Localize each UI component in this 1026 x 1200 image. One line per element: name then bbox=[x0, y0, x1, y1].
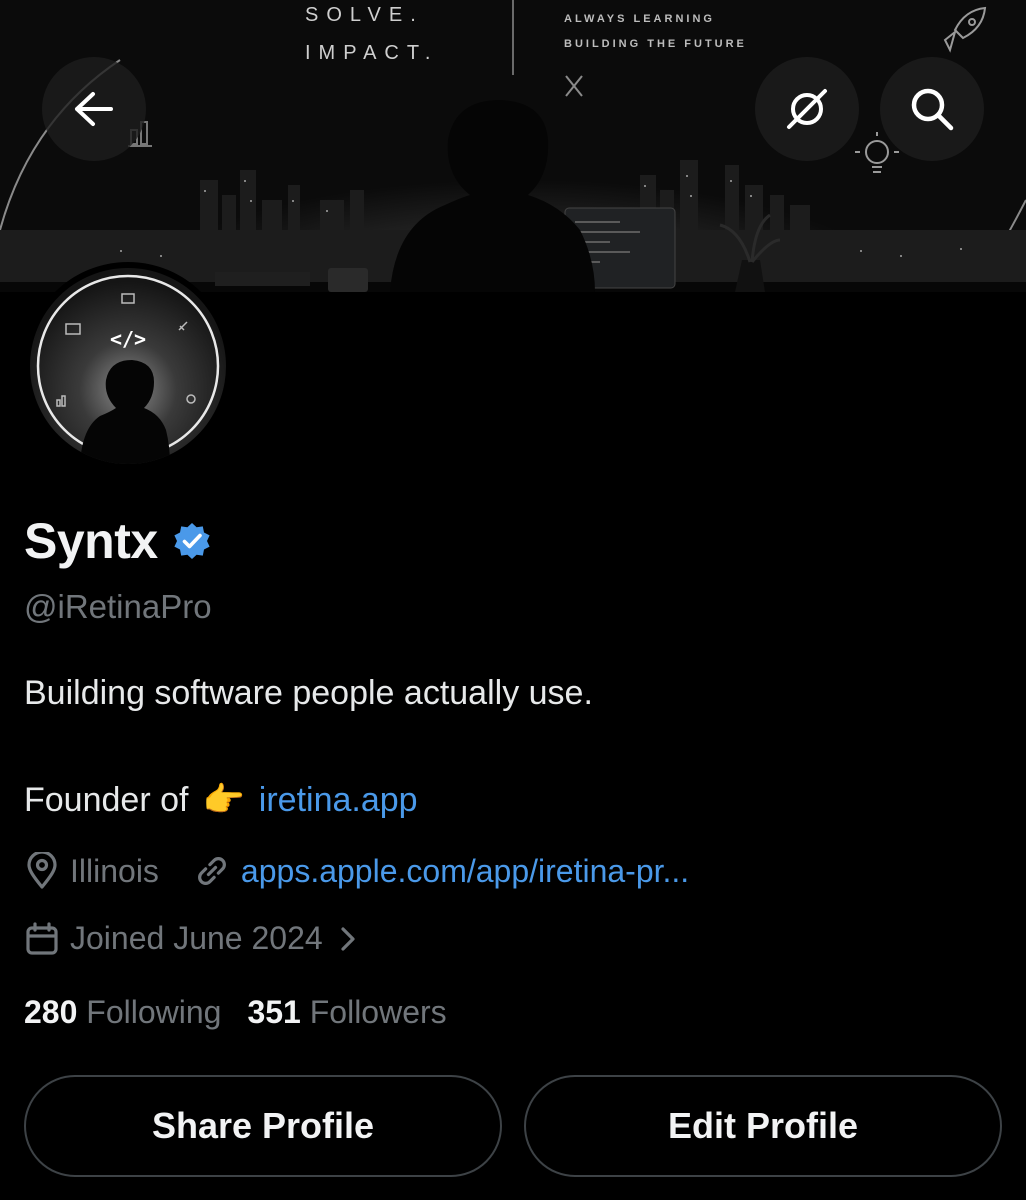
followers-stat[interactable]: 351 Followers bbox=[247, 994, 446, 1031]
joined-text: Joined June 2024 bbox=[70, 920, 323, 956]
banner-illustration bbox=[0, 0, 1026, 292]
banner-tag-learning: ALWAYS LEARNING bbox=[564, 13, 715, 25]
calendar-icon bbox=[26, 921, 58, 955]
back-button[interactable] bbox=[42, 57, 146, 161]
following-label: Following bbox=[86, 994, 222, 1030]
website-link[interactable]: apps.apple.com/app/iretina-pr... bbox=[241, 853, 689, 890]
bio-line-2: Founder of 👉 iretina.app bbox=[24, 780, 418, 820]
name-row: Syntx bbox=[24, 512, 212, 570]
following-stat[interactable]: 280 Following bbox=[24, 994, 221, 1031]
banner-line-solve: SOLVE. bbox=[305, 4, 424, 26]
follow-stats: 280 Following 351 Followers bbox=[24, 994, 447, 1031]
website: apps.apple.com/app/iretina-pr... bbox=[193, 852, 689, 890]
code-icon: </> bbox=[110, 327, 146, 351]
display-name: Syntx bbox=[24, 513, 158, 569]
chevron-right-icon bbox=[341, 926, 355, 951]
grok-slash-icon bbox=[787, 89, 827, 129]
joined-date[interactable]: Joined June 2024 bbox=[24, 920, 359, 957]
share-profile-button[interactable]: Share Profile bbox=[24, 1075, 502, 1177]
edit-profile-button[interactable]: Edit Profile bbox=[524, 1075, 1002, 1177]
banner-tag-future: BUILDING THE FUTURE bbox=[564, 38, 747, 50]
grok-button[interactable] bbox=[755, 57, 859, 161]
joined: Joined June 2024 bbox=[24, 920, 359, 957]
avatar[interactable]: </> bbox=[24, 262, 232, 470]
profile-banner: SOLVE. IMPACT. ALWAYS LEARNING BUILDING … bbox=[0, 0, 1026, 292]
followers-count: 351 bbox=[247, 994, 301, 1030]
meta-row-location: Illinois apps.apple.com/app/iretina-pr..… bbox=[24, 852, 689, 890]
verified-badge-icon[interactable] bbox=[172, 521, 212, 561]
avatar-image: </> bbox=[30, 268, 226, 464]
arrow-left-icon bbox=[75, 92, 113, 126]
bio-line-1: Building software people actually use. bbox=[24, 674, 593, 712]
link-icon bbox=[198, 857, 226, 885]
location-text: Illinois bbox=[70, 852, 159, 889]
user-handle: @iRetinaPro bbox=[24, 588, 212, 625]
pointing-hand-emoji: 👉 bbox=[202, 781, 245, 819]
location-pin-icon bbox=[27, 852, 57, 889]
search-button[interactable] bbox=[880, 57, 984, 161]
bio-founder-text: Founder of bbox=[24, 780, 189, 819]
search-icon bbox=[911, 88, 954, 131]
followers-label: Followers bbox=[309, 994, 447, 1030]
location: Illinois bbox=[24, 852, 159, 890]
bio-link[interactable]: iretina.app bbox=[259, 781, 418, 820]
following-count: 280 bbox=[24, 994, 78, 1030]
banner-line-impact: IMPACT. bbox=[305, 42, 439, 64]
